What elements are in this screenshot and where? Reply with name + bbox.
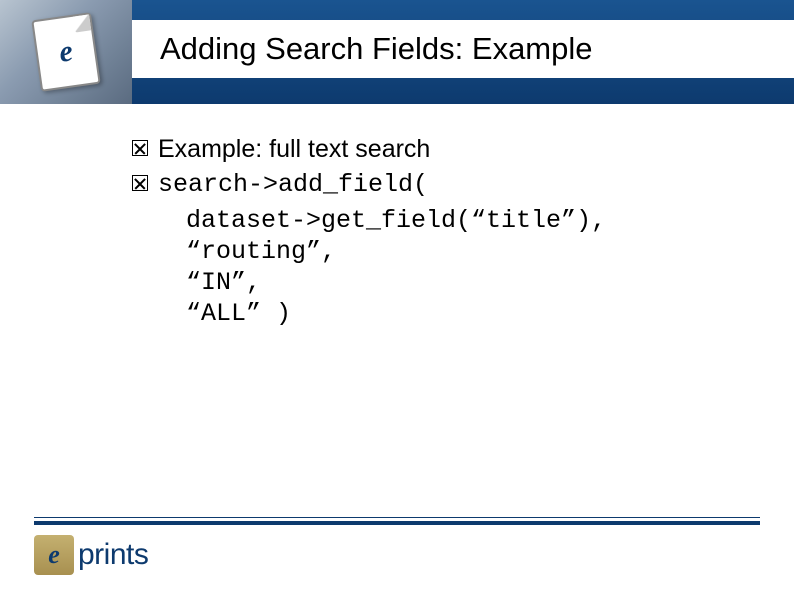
logo-badge: e: [34, 535, 74, 575]
bullet-item-code: search->add_field(: [132, 169, 764, 200]
footer-divider-thin: [34, 517, 760, 518]
slide-title: Adding Search Fields: Example: [160, 31, 593, 67]
slide-footer: e prints: [0, 517, 794, 595]
eprints-logo: e prints: [34, 535, 148, 575]
logo-text: prints: [78, 538, 148, 572]
slide-header: e Adding Search Fields: Example: [0, 0, 794, 104]
x-box-bullet-icon: [132, 140, 148, 156]
code-line-5: “ALL” ): [186, 298, 764, 329]
x-box-bullet-icon: [132, 175, 148, 191]
slide-content: Example: full text search search->add_fi…: [0, 104, 794, 330]
bullet-text: Example: full text search: [158, 134, 430, 165]
title-band: Adding Search Fields: Example: [132, 20, 794, 78]
code-line-1: search->add_field(: [158, 169, 428, 200]
code-line-2: dataset->get_field(“title”),: [186, 205, 764, 236]
header-decoration: e: [0, 0, 132, 104]
e-letter-icon: e: [57, 34, 75, 70]
code-line-4: “IN”,: [186, 267, 764, 298]
bullet-item: Example: full text search: [132, 134, 764, 165]
code-line-3: “routing”,: [186, 236, 764, 267]
paper-icon: e: [31, 12, 100, 92]
footer-divider-thick: [34, 521, 760, 525]
logo-e-letter: e: [48, 540, 60, 570]
